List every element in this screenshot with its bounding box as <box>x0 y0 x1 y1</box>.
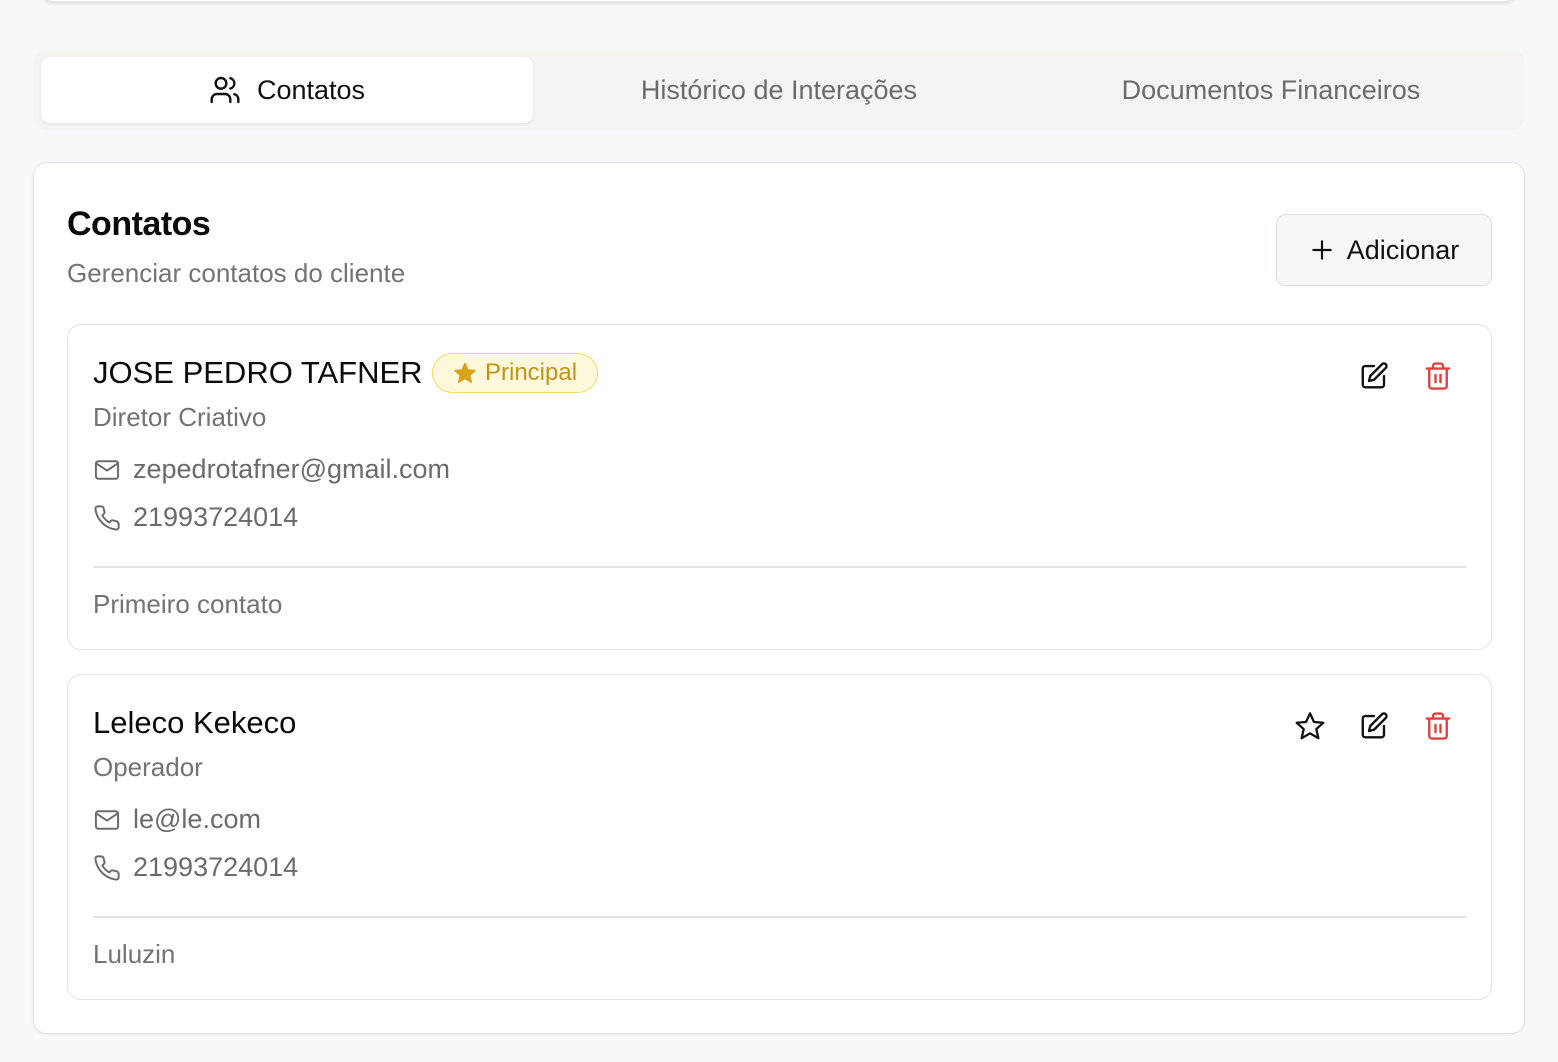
delete-contact-button[interactable] <box>1421 709 1455 743</box>
edit-icon <box>1359 361 1389 391</box>
mail-icon <box>93 456 121 484</box>
contact-card: JOSE PEDRO TAFNER Principal Diretor Cria… <box>67 324 1492 650</box>
tab-label: Contatos <box>256 74 366 105</box>
email-text: le@le.com <box>133 804 261 834</box>
star-outline-icon <box>1294 710 1326 742</box>
primary-badge: Principal <box>432 353 599 393</box>
plus-icon <box>1309 237 1335 263</box>
divider <box>93 916 1466 918</box>
contact-notes: Primeiro contato <box>93 589 283 619</box>
tab-bar: Contatos Histórico de Interações Documen… <box>34 50 1524 130</box>
divider <box>93 566 1466 568</box>
contact-name: JOSE PEDRO TAFNER <box>93 355 423 390</box>
add-contact-label: Adicionar <box>1346 234 1460 265</box>
panel-subtitle: Gerenciar contatos do cliente <box>67 258 406 288</box>
edit-contact-button[interactable] <box>1357 709 1391 743</box>
phone-icon <box>93 504 121 532</box>
badge-label: Principal <box>485 359 578 386</box>
top-card-edge <box>40 0 1518 2</box>
edit-icon <box>1359 711 1389 741</box>
trash-icon <box>1423 361 1453 391</box>
add-contact-button[interactable]: Adicionar <box>1276 214 1492 286</box>
tab-contatos[interactable]: Contatos <box>41 57 533 123</box>
email-text: zepedrotafner@gmail.com <box>133 454 451 484</box>
contact-notes: Luluzin <box>93 939 176 969</box>
contact-role: Operador <box>93 752 203 782</box>
contact-role: Diretor Criativo <box>93 402 267 432</box>
contact-phone: 21993724014 <box>93 852 298 883</box>
set-primary-button[interactable] <box>1293 709 1327 743</box>
users-icon <box>209 74 241 106</box>
panel-title: Contatos <box>67 205 211 243</box>
contact-card: Leleco Kekeco Operador le@le.com 2199372… <box>67 674 1492 1000</box>
tab-label: Documentos Financeiros <box>1121 74 1421 105</box>
delete-contact-button[interactable] <box>1421 359 1455 393</box>
tab-documentos-financeiros[interactable]: Documentos Financeiros <box>1025 57 1517 123</box>
phone-text: 21993724014 <box>133 852 299 882</box>
contact-phone: 21993724014 <box>93 502 298 533</box>
tab-historico-interacoes[interactable]: Histórico de Interações <box>533 57 1025 123</box>
star-filled-icon <box>453 361 477 385</box>
mail-icon <box>93 806 121 834</box>
contact-name: Leleco Kekeco <box>93 705 297 740</box>
edit-contact-button[interactable] <box>1357 359 1391 393</box>
contact-email: zepedrotafner@gmail.com <box>93 454 450 485</box>
phone-text: 21993724014 <box>133 502 299 532</box>
trash-icon <box>1423 711 1453 741</box>
tab-label: Histórico de Interações <box>640 74 918 105</box>
contacts-panel: Contatos Gerenciar contatos do cliente A… <box>33 162 1525 1034</box>
phone-icon <box>93 854 121 882</box>
contact-email: le@le.com <box>93 804 261 835</box>
